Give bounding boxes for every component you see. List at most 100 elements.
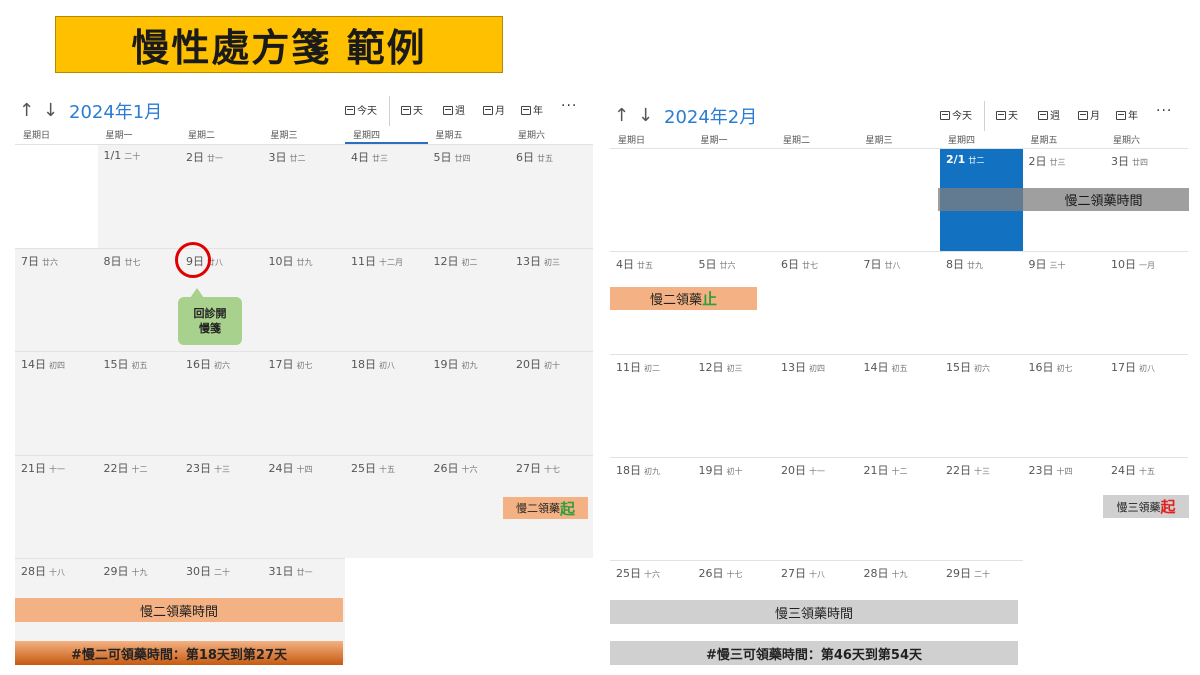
more-options-icon[interactable]: ··· bbox=[561, 98, 577, 114]
day-number: 15日 初五 bbox=[104, 356, 148, 372]
empty-day-cell[interactable] bbox=[692, 148, 775, 251]
year-view-button[interactable]: 年 bbox=[1116, 107, 1138, 122]
day-cell[interactable]: 21日 十一 bbox=[15, 454, 98, 558]
day-cell[interactable]: 16日 初六 bbox=[180, 351, 263, 455]
week-view-button[interactable]: 週 bbox=[443, 102, 465, 117]
day-cell[interactable]: 10日 一月 bbox=[1105, 251, 1188, 354]
day-label: 13日 bbox=[516, 254, 541, 268]
day-cell[interactable]: 18日 初九 bbox=[610, 457, 693, 560]
lunar-date: 初九 bbox=[644, 467, 660, 476]
day-cell[interactable]: 13日 初四 bbox=[775, 354, 858, 457]
lunar-date: 初六 bbox=[974, 364, 990, 373]
arrow-up-icon[interactable]: ↑ bbox=[614, 105, 629, 126]
lunar-date: 初八 bbox=[1139, 364, 1155, 373]
day-cell[interactable]: 22日 十三 bbox=[940, 457, 1023, 560]
day-cell[interactable]: 12日 初三 bbox=[692, 354, 775, 457]
day-cell[interactable]: 24日 十四 bbox=[262, 454, 345, 558]
day-cell[interactable]: 13日 初三 bbox=[510, 247, 593, 351]
day-number: 20日 十一 bbox=[781, 462, 825, 478]
day-cell[interactable]: 16日 初七 bbox=[1022, 354, 1105, 457]
toolbar-divider bbox=[389, 96, 390, 126]
arrow-up-icon[interactable]: ↑ bbox=[19, 100, 34, 121]
month-view-icon bbox=[1078, 111, 1088, 120]
empty-day-cell[interactable] bbox=[610, 148, 693, 251]
day-cell[interactable]: 17日 初八 bbox=[1105, 354, 1188, 457]
day-number: 27日 十七 bbox=[516, 460, 560, 476]
lunar-date: 廿二 bbox=[289, 154, 306, 163]
day-cell[interactable]: 1/1 二十 bbox=[97, 144, 180, 248]
empty-day-cell[interactable] bbox=[857, 148, 940, 251]
month-view-icon bbox=[483, 106, 493, 115]
day-label: 18日 bbox=[351, 358, 376, 371]
day-cell[interactable]: 21日 十二 bbox=[857, 457, 940, 560]
day-cell[interactable]: 2日 廿一 bbox=[180, 144, 263, 248]
day-cell[interactable]: 14日 初四 bbox=[15, 351, 98, 455]
arrow-down-icon[interactable]: ↓ bbox=[638, 105, 653, 126]
day-cell[interactable]: 26日 十六 bbox=[427, 454, 510, 558]
weekday-label: 星期二 bbox=[188, 131, 216, 141]
year-view-button[interactable]: 年 bbox=[521, 102, 543, 117]
day-label: 3日 bbox=[1111, 155, 1129, 168]
day-cell[interactable]: 19日 初十 bbox=[692, 457, 775, 560]
day-cell[interactable]: 14日 初五 bbox=[857, 354, 940, 457]
day-cell[interactable]: 5日 廿四 bbox=[427, 144, 510, 248]
lunar-date: 初三 bbox=[726, 364, 743, 373]
empty-day-cell[interactable] bbox=[15, 144, 98, 248]
title-banner: 慢性處方箋 範例 bbox=[55, 16, 503, 73]
day-cell[interactable]: 20日 初十 bbox=[510, 351, 593, 455]
week-view-button[interactable]: 週 bbox=[1038, 107, 1060, 122]
calendar-today-icon bbox=[345, 106, 355, 115]
day-cell[interactable]: 18日 初八 bbox=[345, 351, 428, 455]
day-cell[interactable]: 7日 廿六 bbox=[15, 247, 98, 351]
day-cell[interactable]: 8日 廿七 bbox=[97, 247, 180, 351]
day-cell[interactable]: 23日 十四 bbox=[1022, 457, 1105, 560]
day-cell[interactable]: 6日 廿五 bbox=[510, 144, 593, 248]
day-cell[interactable]: 12日 初二 bbox=[427, 247, 510, 351]
more-options-icon[interactable]: ··· bbox=[1156, 103, 1172, 119]
month-view-button[interactable]: 月 bbox=[483, 102, 505, 117]
year-view-icon bbox=[521, 106, 531, 115]
calendar-header: ↑ ↓ 2024年2月 今天 天 週 月 年 ··· bbox=[610, 101, 1188, 133]
day-label: 27日 bbox=[516, 461, 541, 475]
day-cell[interactable]: 15日 初六 bbox=[940, 354, 1023, 457]
day-cell[interactable]: 19日 初九 bbox=[427, 351, 510, 455]
day-number: 7日 廿八 bbox=[864, 256, 901, 272]
day-cell[interactable]: 11日 初二 bbox=[610, 354, 693, 457]
empty-day-cell[interactable] bbox=[775, 148, 858, 251]
day-number: 26日 十六 bbox=[434, 460, 478, 476]
day-cell[interactable]: 23日 十三 bbox=[180, 454, 263, 558]
day-view-button[interactable]: 天 bbox=[401, 102, 423, 117]
month-view-button[interactable]: 月 bbox=[1078, 107, 1100, 122]
day-cell[interactable]: 15日 初五 bbox=[97, 351, 180, 455]
day-cell[interactable]: 11日 十二月 bbox=[345, 247, 428, 351]
day-number: 9日 三十 bbox=[1029, 256, 1066, 272]
day-cell[interactable]: 10日 廿九 bbox=[262, 247, 345, 351]
day-cell[interactable]: 9日 三十 bbox=[1022, 251, 1105, 354]
day-label: 15日 bbox=[946, 361, 971, 374]
arrow-down-icon[interactable]: ↓ bbox=[43, 100, 58, 121]
today-button[interactable]: 今天 bbox=[940, 107, 972, 122]
day-cell[interactable]: 6日 廿七 bbox=[775, 251, 858, 354]
day-cell[interactable]: 20日 十一 bbox=[775, 457, 858, 560]
day-number: 26日 十七 bbox=[699, 565, 743, 581]
today-button[interactable]: 今天 bbox=[345, 102, 377, 117]
day-view-button[interactable]: 天 bbox=[996, 107, 1018, 122]
day-label: 31日 bbox=[268, 565, 294, 578]
lunar-date: 十六 bbox=[461, 464, 478, 474]
day-cell[interactable]: 25日 十五 bbox=[345, 454, 428, 558]
day-cell[interactable]: 17日 初七 bbox=[262, 351, 345, 455]
day-number: 1/1 二十 bbox=[104, 149, 141, 162]
day-cell[interactable]: 4日 廿三 bbox=[345, 144, 428, 248]
weekday-label: 星期日 bbox=[23, 131, 51, 141]
day-cell[interactable]: 3日 廿二 bbox=[262, 144, 345, 248]
lunar-date: 十三 bbox=[214, 464, 230, 474]
day-number: 24日 十五 bbox=[1111, 462, 1155, 478]
day-cell[interactable]: 22日 十二 bbox=[97, 454, 180, 558]
day-cell[interactable]: 8日 廿九 bbox=[940, 251, 1023, 354]
day-number: 7日 廿六 bbox=[21, 253, 58, 269]
day-number: 12日 初二 bbox=[434, 253, 478, 269]
day-label: 23日 bbox=[1028, 464, 1054, 477]
day-cell[interactable]: 7日 廿八 bbox=[857, 251, 940, 354]
day-number: 21日 十二 bbox=[864, 462, 908, 478]
day-label: 18日 bbox=[616, 464, 641, 477]
